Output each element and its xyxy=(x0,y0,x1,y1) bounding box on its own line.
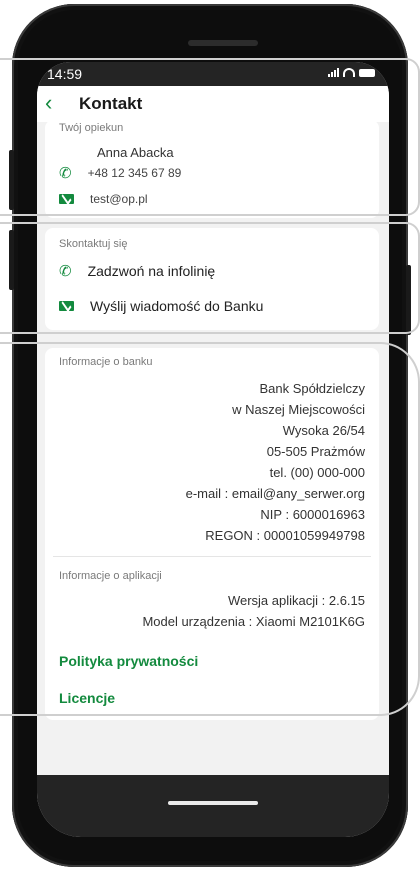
bank-info-block: Bank Spółdzielczy w Naszej Miejscowości … xyxy=(186,378,365,546)
privacy-policy-link[interactable]: Polityka prywatności xyxy=(59,653,198,669)
wifi-icon xyxy=(343,68,355,77)
navigation-bar xyxy=(37,775,389,837)
bank-info-line: 05-505 Prażmów xyxy=(266,444,365,459)
status-time: 14:59 xyxy=(47,66,83,82)
send-message-button[interactable]: Wyślij wiadomość do Banku xyxy=(59,298,263,314)
advisor-name: Anna Abacka xyxy=(97,145,174,160)
screen: 14:59 ‹ Kontakt Twój opiekun Anna Abacka… xyxy=(37,62,389,837)
advisor-email-row[interactable]: test@op.pl xyxy=(59,192,148,206)
bank-info-line: Bank Spółdzielczy xyxy=(259,381,366,396)
divider xyxy=(53,556,371,557)
bank-info-line: Wysoka 26/54 xyxy=(282,423,365,438)
app-bar: ‹ Kontakt xyxy=(37,86,389,122)
bank-info-line: w Naszej Miejscowości xyxy=(232,402,365,417)
device-model: Model urządzenia : Xiaomi M2101K6G xyxy=(142,614,365,629)
bank-info-section-title: Informacje o banku xyxy=(59,356,153,368)
volume-button xyxy=(9,150,14,210)
bank-info-line: tel. (00) 000-000 xyxy=(269,465,365,480)
status-icons xyxy=(328,68,375,77)
envelope-icon xyxy=(59,194,74,204)
phone-icon: ✆ xyxy=(59,165,72,182)
advisor-card: Twój opiekun Anna Abacka ✆ +48 12 345 67… xyxy=(45,120,379,218)
app-info-section-title: Informacje o aplikacji xyxy=(59,570,162,582)
signal-icon xyxy=(328,68,339,77)
page-title: Kontakt xyxy=(79,94,143,113)
battery-icon xyxy=(359,69,375,77)
phone-icon: ✆ xyxy=(59,263,72,280)
licenses-link[interactable]: Licencje xyxy=(59,690,115,706)
send-message-label: Wyślij wiadomość do Banku xyxy=(90,298,264,314)
contact-card: Skontaktuj się ✆ Zadzwoń na infolinię Wy… xyxy=(45,228,379,330)
contact-section-title: Skontaktuj się xyxy=(59,238,128,250)
home-indicator[interactable] xyxy=(168,801,258,805)
bank-info-line: NIP : 6000016963 xyxy=(260,507,365,522)
advisor-phone: +48 12 345 67 89 xyxy=(87,166,182,180)
volume-button-2 xyxy=(9,230,14,290)
chevron-left-icon[interactable]: ‹ xyxy=(45,90,52,116)
call-hotline-label: Zadzwoń na infolinię xyxy=(87,263,216,279)
advisor-section-title: Twój opiekun xyxy=(59,122,124,134)
power-button xyxy=(406,265,411,335)
advisor-email: test@op.pl xyxy=(90,192,148,206)
bank-info-line: REGON : 00001059949798 xyxy=(205,528,365,543)
app-version: Wersja aplikacji : 2.6.15 xyxy=(227,593,365,608)
info-card: Informacje o banku Bank Spółdzielczy w N… xyxy=(45,348,379,720)
envelope-icon xyxy=(59,301,74,311)
status-bar: 14:59 xyxy=(37,62,389,86)
bank-info-line: e-mail : email@any_serwer.org xyxy=(185,486,365,501)
app-info-block: Wersja aplikacji : 2.6.15 Model urządzen… xyxy=(142,590,365,632)
speaker-grille xyxy=(188,40,258,46)
call-hotline-button[interactable]: ✆ Zadzwoń na infolinię xyxy=(59,262,215,280)
advisor-phone-row[interactable]: ✆ +48 12 345 67 89 xyxy=(59,164,181,182)
